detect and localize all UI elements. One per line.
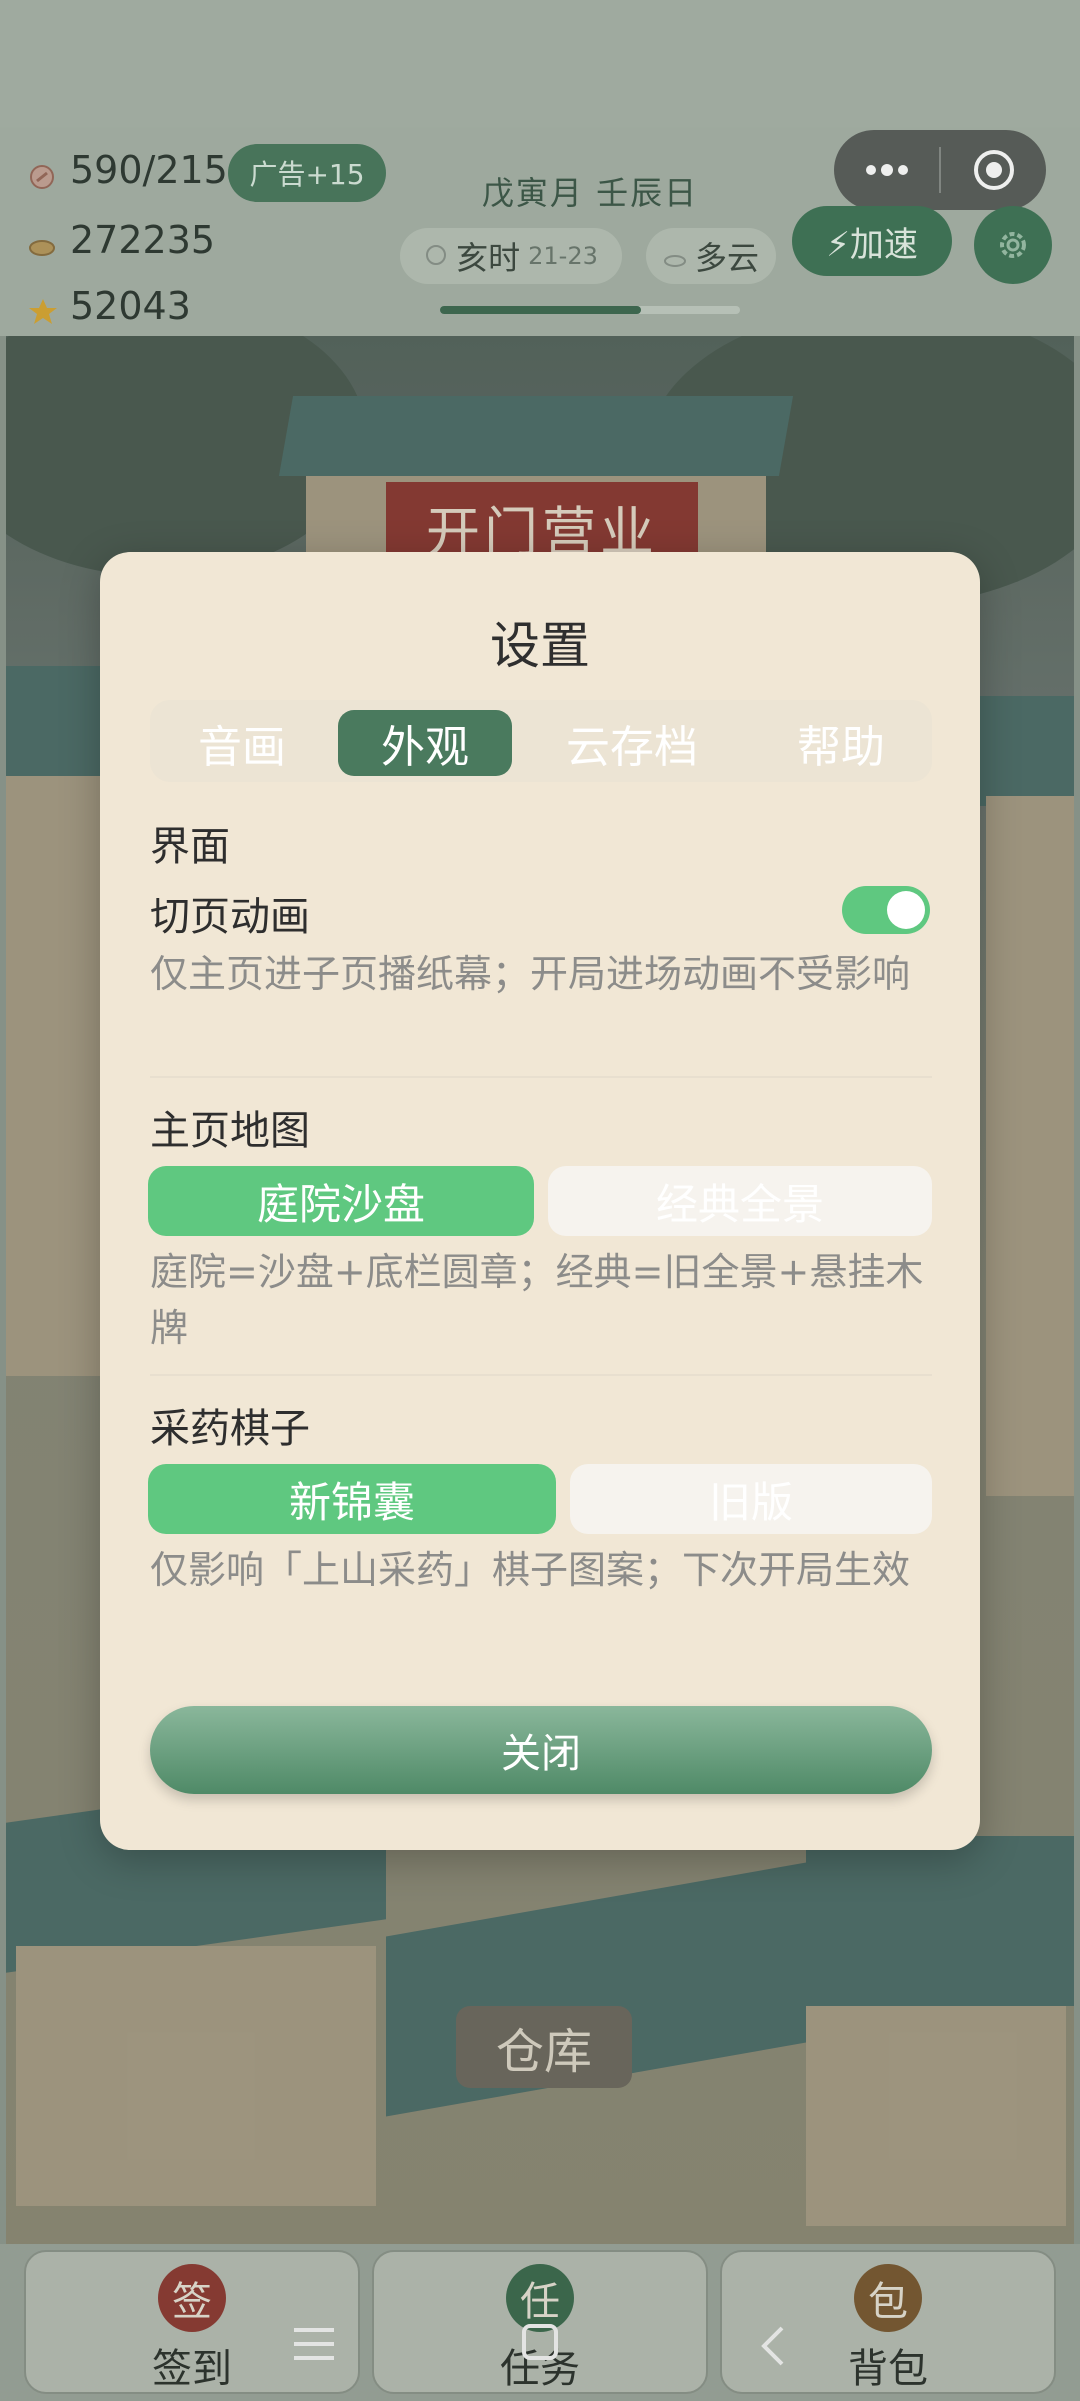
divider bbox=[150, 1374, 932, 1376]
divider bbox=[150, 1076, 932, 1078]
home-map-label: 主页地图 bbox=[150, 1108, 310, 1154]
home-map-option-classic[interactable]: 经典全景 bbox=[548, 1166, 932, 1236]
settings-tabs: 音画 外观 云存档 帮助 bbox=[150, 700, 932, 782]
section-interface-heading: 界面 bbox=[150, 824, 230, 870]
close-button[interactable]: 关闭 bbox=[150, 1706, 932, 1794]
herb-piece-desc: 仅影响「上山采药」棋子图案；下次开局生效 bbox=[150, 1548, 911, 1592]
tab-help[interactable]: 帮助 bbox=[750, 710, 932, 776]
herb-piece-option-old[interactable]: 旧版 bbox=[570, 1464, 932, 1534]
tab-appearance[interactable]: 外观 bbox=[338, 710, 512, 776]
page-anim-label: 切页动画 bbox=[150, 894, 310, 940]
home-map-desc: 庭院=沙盘+底栏圆章；经典=旧全景+悬挂木牌 bbox=[150, 1250, 924, 1350]
tab-audio-visual[interactable]: 音画 bbox=[150, 710, 334, 776]
page-anim-desc: 仅主页进子页播纸幕；开局进场动画不受影响 bbox=[150, 952, 911, 996]
toggle-knob bbox=[887, 891, 925, 929]
page-anim-toggle[interactable] bbox=[842, 886, 930, 934]
herb-piece-option-new[interactable]: 新锦囊 bbox=[148, 1464, 556, 1534]
home-map-option-courtyard[interactable]: 庭院沙盘 bbox=[148, 1166, 534, 1236]
herb-piece-label: 采药棋子 bbox=[150, 1406, 310, 1452]
dialog-title: 设置 bbox=[490, 617, 590, 675]
tab-cloud-save[interactable]: 云存档 bbox=[540, 710, 724, 776]
settings-dialog: 设置 音画 外观 云存档 帮助 界面 切页动画 仅主页进子页播纸幕；开局进场动画… bbox=[100, 552, 980, 1850]
